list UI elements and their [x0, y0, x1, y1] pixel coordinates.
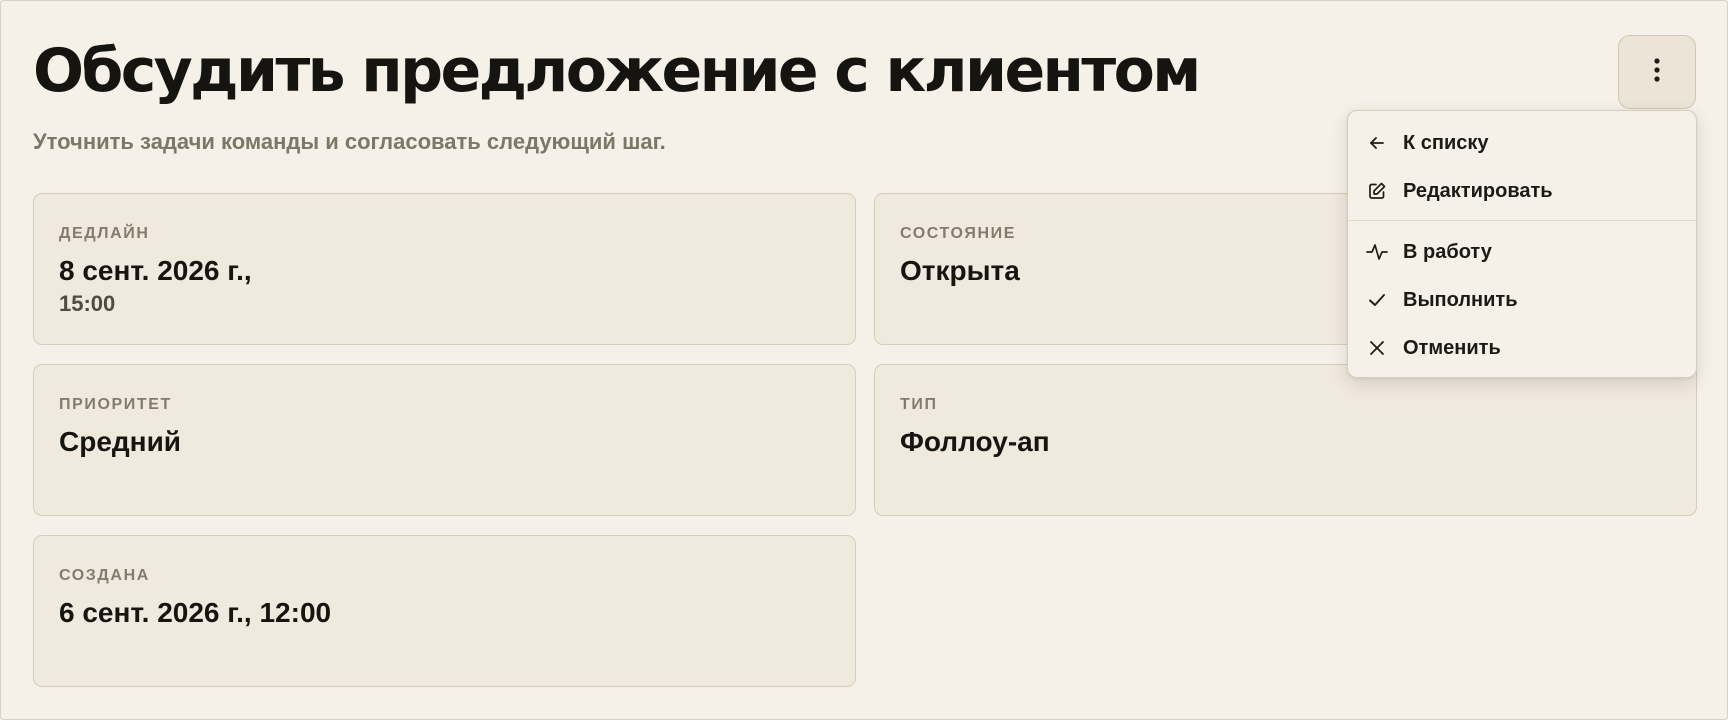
deadline-label: ДЕДЛАЙН [59, 225, 150, 242]
deadline-card: ДЕДЛАЙН 8 сент. 2026 г., 15:00 [33, 193, 856, 345]
menu-item-label: К списку [1403, 132, 1489, 154]
activity-icon [1366, 241, 1388, 263]
more-actions-button[interactable] [1618, 35, 1696, 109]
created-label: СОЗДАНА [59, 567, 150, 584]
type-card: ТИП Фоллоу-ап [874, 364, 1697, 516]
check-icon [1366, 289, 1388, 311]
menu-item-label: Редактировать [1403, 180, 1553, 202]
priority-card: ПРИОРИТЕТ Средний [33, 364, 856, 516]
menu-item-start-work[interactable]: В работу [1348, 230, 1696, 274]
actions-dropdown-menu: К списку Редактировать В работу Выполнит… [1347, 110, 1697, 378]
arrow-left-icon [1366, 132, 1388, 154]
more-vertical-icon [1653, 57, 1661, 88]
task-detail-page: Обсудить предложение с клиентом Уточнить… [0, 0, 1728, 720]
menu-item-cancel[interactable]: Отменить [1348, 326, 1696, 370]
x-icon [1366, 337, 1388, 359]
page-subtitle: Уточнить задачи команды и согласовать сл… [33, 129, 666, 154]
deadline-value: 8 сент. 2026 г., [59, 255, 252, 286]
menu-item-back-to-list[interactable]: К списку [1348, 121, 1696, 165]
menu-divider [1348, 220, 1696, 221]
priority-label: ПРИОРИТЕТ [59, 396, 172, 413]
deadline-time: 15:00 [59, 291, 116, 316]
type-value: Фоллоу-ап [900, 426, 1050, 457]
menu-item-label: Выполнить [1403, 289, 1518, 311]
status-label: СОСТОЯНИЕ [900, 225, 1016, 242]
menu-item-label: Отменить [1403, 337, 1501, 359]
edit-icon [1366, 180, 1388, 202]
priority-value: Средний [59, 426, 182, 457]
type-label: ТИП [900, 396, 938, 413]
created-card: СОЗДАНА 6 сент. 2026 г., 12:00 [33, 535, 856, 687]
menu-item-label: В работу [1403, 241, 1492, 263]
created-value: 6 сент. 2026 г., 12:00 [59, 597, 332, 628]
page-title: Обсудить предложение с клиентом [33, 36, 1201, 106]
menu-item-edit[interactable]: Редактировать [1348, 169, 1696, 213]
menu-item-complete[interactable]: Выполнить [1348, 278, 1696, 322]
status-value: Открыта [900, 255, 1020, 286]
